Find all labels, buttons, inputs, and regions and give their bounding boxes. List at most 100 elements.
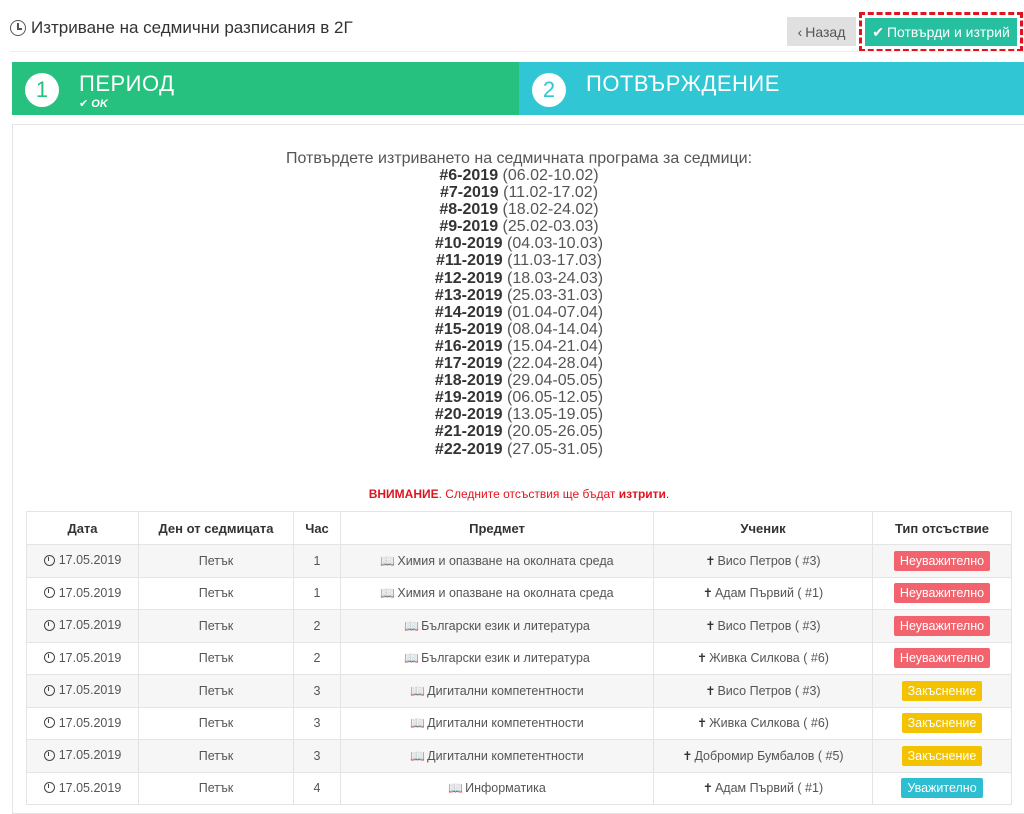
- absence-type-badge: Уважително: [901, 778, 983, 799]
- cell-day: Петък: [138, 706, 294, 740]
- cell-date: 17.05.2019: [26, 674, 139, 708]
- cell-student: ✝ Адам Първий ( #1): [653, 576, 873, 610]
- week-code: #16-2019: [434, 337, 503, 355]
- top-bar: Изтриване на седмични разписания в 2Г ‹ …: [0, 0, 1024, 56]
- cell-student: ✝ Висо Петров ( #3): [653, 674, 873, 708]
- cell-date: 17.05.2019: [26, 706, 139, 740]
- person-icon: ✝: [702, 586, 713, 601]
- cell-subject: 📖 Български език и литература: [340, 609, 654, 643]
- step-number: 2: [532, 73, 566, 107]
- cell-student: ✝ Висо Петров ( #3): [653, 544, 873, 578]
- week-item: #15-2019 (08.04-14.04): [13, 321, 1024, 338]
- week-code: #11-2019: [435, 252, 503, 270]
- clock-icon: [43, 587, 55, 598]
- student-text: Адам Първий ( #1): [714, 586, 824, 601]
- table-row: 17.05.2019 Петък 2 📖 Български език и литера…: [26, 641, 1012, 675]
- warning-message: ВНИМАНИЕ. Следните отсъствия ще бъдат из…: [13, 487, 1024, 501]
- date-text: 17.05.2019: [58, 683, 122, 697]
- cell-type: Уважително: [872, 771, 1012, 805]
- book-icon: 📖: [380, 553, 396, 568]
- week-range: (27.05-31.05): [507, 440, 604, 458]
- week-range: (25.02-03.03): [502, 218, 599, 236]
- book-icon: 📖: [404, 618, 420, 633]
- col-student: Ученик: [653, 511, 873, 545]
- cell-date: 17.05.2019: [26, 641, 139, 675]
- book-icon: 📖: [404, 651, 420, 666]
- book-icon: 📖: [448, 781, 464, 796]
- week-code: #20-2019: [434, 406, 503, 424]
- divider: [10, 51, 1024, 52]
- person-icon: ✝: [705, 683, 716, 698]
- step-number: 1: [25, 73, 59, 107]
- book-icon: 📖: [380, 586, 396, 601]
- week-item: #12-2019 (18.03-24.03): [13, 270, 1024, 287]
- week-item: #6-2019 (06.02-10.02): [13, 167, 1024, 184]
- cell-type: Неуважително: [872, 641, 1012, 675]
- week-range: (15.04-21.04): [507, 337, 604, 355]
- table-row: 17.05.2019 Петък 3 📖 Дигитални компетентност…: [26, 674, 1012, 708]
- cell-student: ✝ Живка Силкова ( #6): [653, 706, 873, 740]
- clock-icon: [43, 652, 55, 663]
- check-icon: ✔: [79, 98, 89, 110]
- subject-text: Български език и литература: [421, 618, 590, 633]
- week-item: #10-2019 (04.03-10.03): [13, 235, 1024, 252]
- warning-middle: . Следните отсъствия ще бъдат: [438, 487, 619, 501]
- week-range: (11.03-17.03): [507, 252, 603, 270]
- warning-emph: изтрити: [618, 487, 666, 501]
- week-item: #21-2019 (20.05-26.05): [13, 423, 1024, 440]
- warning-suffix: .: [665, 487, 670, 501]
- date-text: 17.05.2019: [58, 780, 122, 795]
- cell-subject: 📖 Химия и опазване на околната среда: [340, 576, 654, 610]
- week-item: #18-2019 (29.04-05.05): [13, 372, 1024, 389]
- absence-type-badge: Неуважително: [893, 583, 991, 604]
- subject-text: Дигитални компетентности: [427, 683, 584, 698]
- col-subject: Предмет: [340, 511, 654, 545]
- step-status-text: OK: [91, 98, 108, 110]
- cell-type: Закъснение: [872, 706, 1012, 740]
- cell-hour: 2: [293, 609, 341, 643]
- cell-hour: 1: [293, 576, 341, 610]
- cell-type: Неуважително: [872, 576, 1012, 610]
- week-item: #22-2019 (27.05-31.05): [13, 441, 1024, 458]
- person-icon: ✝: [697, 651, 708, 666]
- week-code: #19-2019: [434, 389, 503, 407]
- col-day: Ден от седмицата: [138, 511, 294, 545]
- book-icon: 📖: [410, 748, 426, 763]
- confirm-delete-button[interactable]: ✔ Потвърди и изтрий: [865, 18, 1017, 46]
- week-code: #12-2019: [434, 269, 503, 287]
- table-row: 17.05.2019 Петък 1 📖 Химия и опазване на око…: [26, 544, 1012, 578]
- student-text: Висо Петров ( #3): [717, 553, 821, 568]
- absence-type-badge: Неуважително: [893, 550, 991, 571]
- week-item: #19-2019 (06.05-12.05): [13, 389, 1024, 406]
- week-code: #7-2019: [439, 184, 499, 202]
- cell-hour: 3: [293, 674, 341, 708]
- step-confirmation[interactable]: 2 ПОТВЪРЖДЕНИЕ: [519, 62, 1024, 115]
- cell-day: Петък: [138, 609, 294, 643]
- subject-text: Български език и литература: [421, 651, 590, 666]
- student-text: Живка Силкова ( #6): [709, 716, 829, 731]
- cell-type: Неуважително: [872, 609, 1012, 643]
- step-period[interactable]: 1 ПЕРИОД ✔ OK: [12, 62, 519, 115]
- back-button[interactable]: ‹ Назад: [787, 17, 856, 46]
- subject-text: Дигитални компетентности: [427, 748, 584, 763]
- subject-text: Химия и опазване на околната среда: [397, 586, 614, 601]
- date-text: 17.05.2019: [58, 715, 122, 730]
- student-text: Добромир Бумбалов ( #5): [694, 748, 844, 763]
- week-item: #17-2019 (22.04-28.04): [13, 355, 1024, 372]
- absence-type-badge: Закъснение: [901, 713, 983, 734]
- absence-type-badge: Неуважително: [893, 615, 991, 636]
- date-text: 17.05.2019: [58, 748, 122, 762]
- subject-text: Информатика: [465, 781, 546, 796]
- table-header-row: Дата Ден от седмицата Час Предмет Ученик…: [26, 511, 1012, 545]
- week-code: #8-2019: [439, 201, 499, 219]
- cell-hour: 2: [293, 641, 341, 675]
- cell-date: 17.05.2019: [26, 544, 139, 578]
- confirm-button-highlight: ✔ Потвърди и изтрий: [859, 12, 1023, 52]
- warning-prefix: ВНИМАНИЕ: [368, 487, 439, 501]
- week-item: #16-2019 (15.04-21.04): [13, 338, 1024, 355]
- person-icon: ✝: [705, 618, 716, 633]
- week-item: #11-2019 (11.03-17.03): [13, 252, 1024, 269]
- table-row: 17.05.2019 Петък 1 📖 Химия и опазване на око…: [26, 576, 1012, 610]
- confirm-button-label: Потвърди и изтрий: [886, 24, 1010, 40]
- col-date: Дата: [26, 511, 139, 545]
